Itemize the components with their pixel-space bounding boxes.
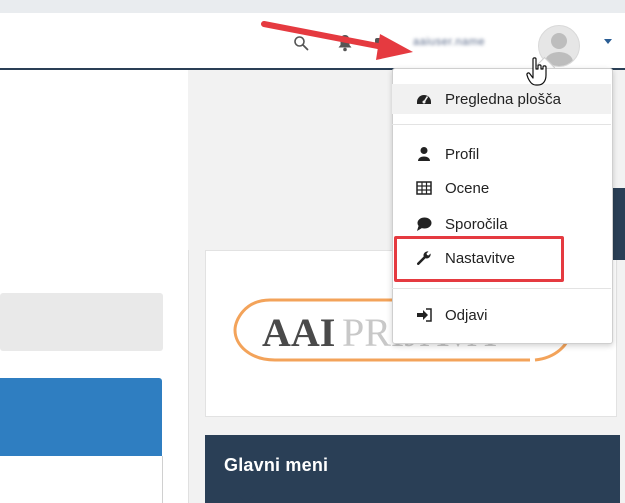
menu-item-odjavi[interactable]: Odjavi — [392, 300, 611, 330]
annotation-arrow — [261, 21, 413, 60]
highlight-box — [394, 236, 564, 282]
menu-item-profil[interactable]: Profil — [392, 139, 611, 169]
menu-item-label: Pregledna plošča — [445, 90, 561, 108]
menu-item-label: Sporočila — [445, 215, 508, 233]
menu-divider — [392, 124, 611, 125]
aai-logo-bold: AAI — [262, 310, 335, 355]
chevron-down-icon[interactable] — [603, 38, 613, 46]
menu-divider — [392, 288, 611, 289]
menu-item-sporocila[interactable]: Sporočila — [392, 209, 611, 239]
menu-item-label: Profil — [445, 145, 480, 163]
menu-item-dashboard[interactable]: Pregledna plošča — [392, 84, 611, 114]
dashboard-icon — [417, 95, 431, 104]
hand-cursor-icon — [526, 57, 547, 86]
left-blue-body — [0, 456, 163, 503]
left-gray-box — [0, 293, 163, 351]
left-content-panel — [0, 70, 188, 250]
browser-strip — [0, 0, 625, 13]
chat-icon — [417, 217, 432, 231]
logout-icon — [417, 308, 432, 322]
username-text[interactable]: aaiuser.name — [413, 36, 531, 50]
table-icon — [416, 181, 432, 195]
main-menu-title[interactable]: Glavni meni — [224, 455, 328, 476]
menu-item-label: Ocene — [445, 179, 490, 197]
left-blue-header — [0, 378, 162, 456]
main-menu-notch — [238, 495, 254, 503]
user-icon — [418, 147, 430, 161]
menu-item-ocene[interactable]: Ocene — [392, 173, 611, 203]
menu-item-label: Odjavi — [445, 306, 488, 324]
